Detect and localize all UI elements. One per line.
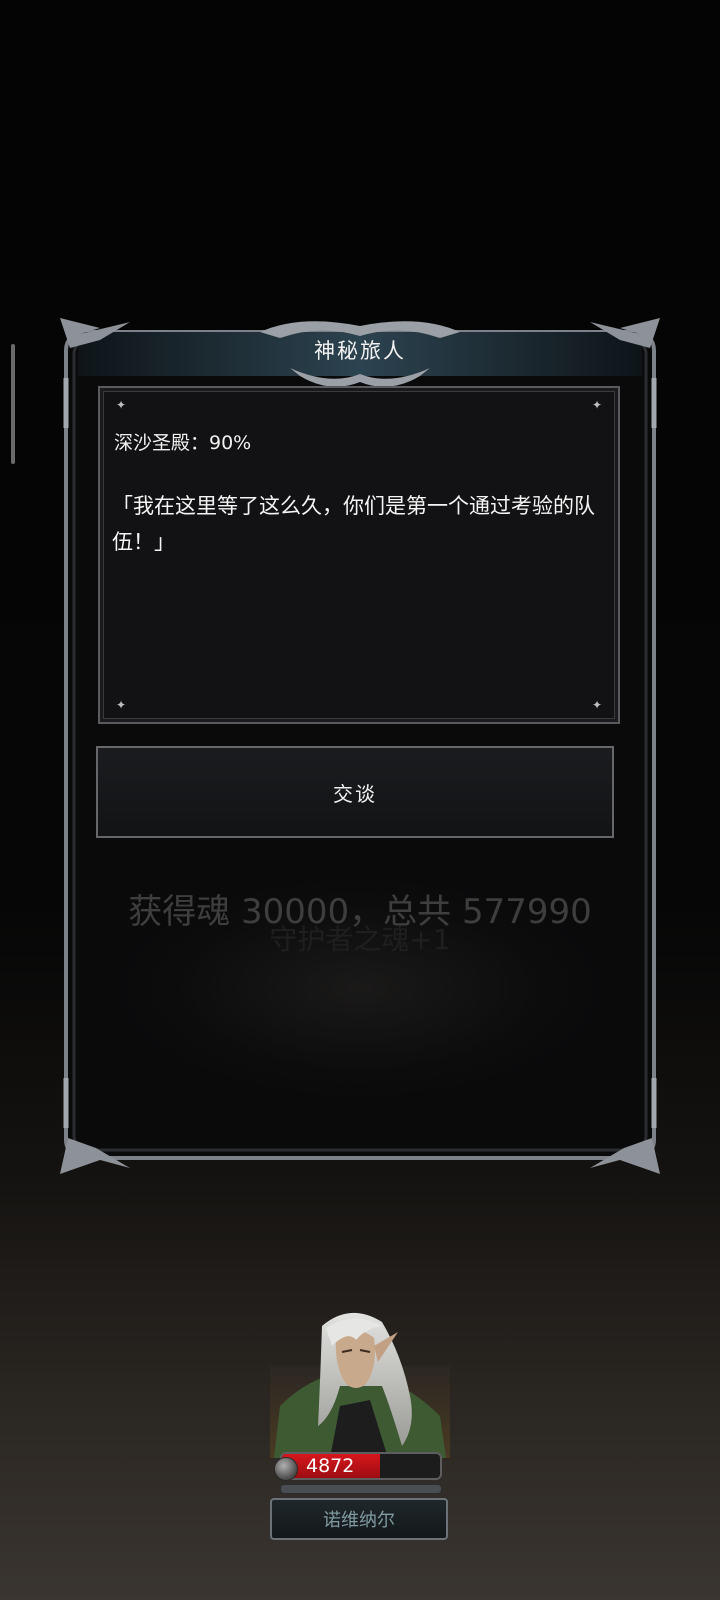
character-portrait — [270, 1312, 450, 1458]
dialog-title-bar: 神秘旅人 — [60, 328, 660, 372]
hp-bar — [280, 1452, 442, 1480]
character-card[interactable]: 4872 诺维纳尔 — [268, 1306, 452, 1542]
sparkle-icon: ✦ — [591, 398, 603, 412]
hp-value: 4872 — [306, 1455, 355, 1477]
reward-message: 获得魂 30000，总共 577990 — [128, 892, 592, 932]
game-screen: 神秘旅人 守护者之魂+1 获得魂 30000，总共 577990 ✦ ✦ ✦ ✦… — [0, 0, 720, 1600]
character-name: 诺维纳尔 — [323, 1510, 395, 1531]
talk-button-label: 交谈 — [333, 781, 377, 806]
sparkle-icon: ✦ — [115, 398, 127, 412]
character-name-plate: 诺维纳尔 — [270, 1498, 448, 1540]
scroll-indicator — [11, 344, 15, 464]
talk-button[interactable]: 交谈 — [96, 746, 614, 838]
energy-bar — [280, 1484, 442, 1494]
sparkle-icon: ✦ — [591, 698, 603, 712]
blood-drop-icon — [274, 1457, 298, 1481]
sparkle-icon: ✦ — [115, 698, 127, 712]
dialog-title: 神秘旅人 — [314, 339, 406, 363]
event-dialog: 神秘旅人 守护者之魂+1 获得魂 30000，总共 577990 ✦ ✦ ✦ ✦… — [60, 318, 660, 1174]
dialogue-panel: ✦ ✦ ✦ ✦ 深沙圣殿：90% 「我在这里等了这么久，你们是第一个通过考验的队… — [98, 386, 620, 724]
location-progress: 深沙圣殿：90% — [114, 432, 252, 454]
dialogue-text: 「我在这里等了这么久，你们是第一个通过考验的队伍！」 — [112, 494, 595, 554]
